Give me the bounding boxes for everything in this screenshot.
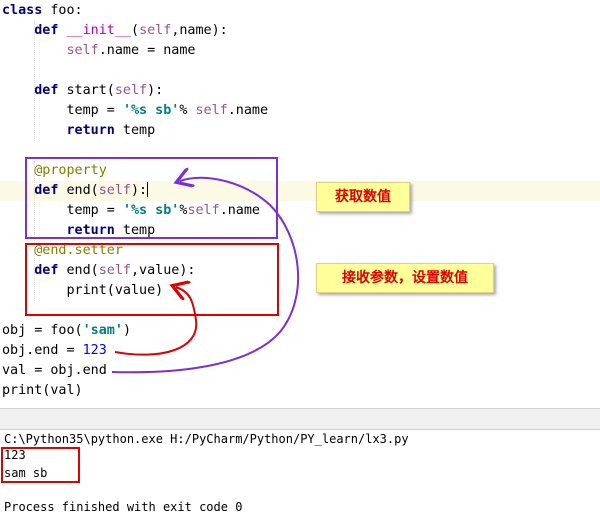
setter-highlight-box [25, 243, 279, 316]
code-line[interactable]: def __init__(self,name): [2, 21, 228, 41]
code-line[interactable]: def start(self): [2, 81, 163, 101]
panel-splitter[interactable] [0, 408, 600, 430]
output-highlight-box [1, 447, 80, 483]
run-console[interactable]: C:\Python35\python.exe H:/PyCharm/Python… [0, 430, 600, 522]
code-editor[interactable]: class foo: def __init__(self,name): self… [0, 0, 600, 408]
getter-highlight-box [25, 157, 278, 239]
code-line[interactable]: obj = foo('sam') [2, 321, 131, 341]
code-line[interactable]: val = obj.end [2, 361, 107, 381]
code-line[interactable]: temp = '%s sb'% self.name [2, 101, 268, 121]
console-command: C:\Python35\python.exe H:/PyCharm/Python… [4, 432, 409, 446]
code-line[interactable]: print(val) [2, 381, 83, 401]
console-exit-message: Process finished with exit code 0 [4, 500, 243, 514]
code-line[interactable]: obj.end = 123 [2, 341, 107, 361]
code-line[interactable]: self.name = name [2, 41, 196, 61]
code-line[interactable]: class foo: [2, 1, 83, 21]
setter-note: 接收参数，设置数值 [316, 263, 494, 293]
getter-note: 获取数值 [316, 182, 410, 212]
code-line[interactable]: return temp [2, 121, 156, 141]
